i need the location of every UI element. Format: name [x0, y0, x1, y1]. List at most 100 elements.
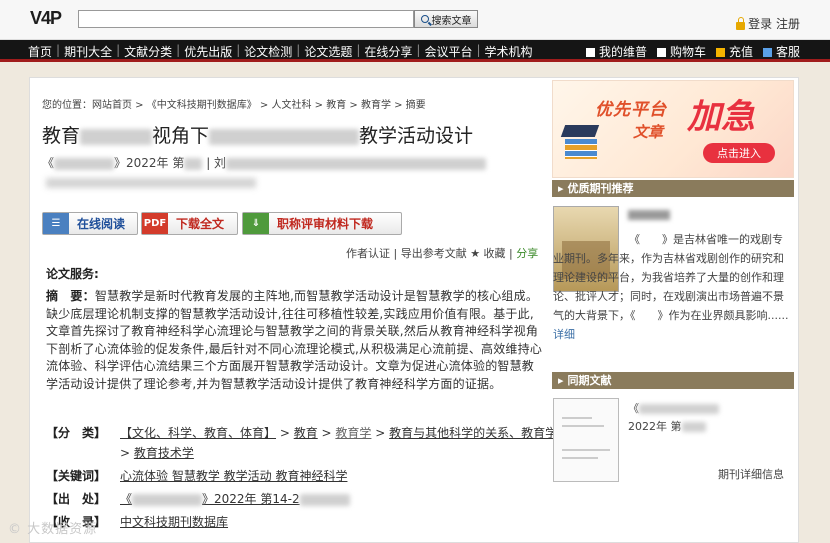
- category-link[interactable]: 教育学: [335, 426, 371, 440]
- nav-item[interactable]: 首页: [28, 43, 52, 60]
- title-part: 教育: [42, 125, 81, 147]
- nav-right-item[interactable]: 充值: [715, 43, 753, 60]
- redacted-text: [80, 128, 153, 145]
- pdf-icon: PDF: [142, 213, 168, 234]
- redacted-text: [54, 157, 115, 170]
- nav-item[interactable]: 论文选题: [304, 43, 352, 60]
- title-part: 视角下: [152, 125, 210, 147]
- search-input[interactable]: [78, 10, 414, 28]
- my-weipu-icon: [585, 48, 595, 57]
- nav-separator: |: [476, 43, 481, 57]
- priority-publishing-banner[interactable]: 优先平台 文章 加急 点击进入: [552, 80, 794, 178]
- category-label: 【分 类】: [46, 426, 107, 440]
- article-actions[interactable]: 作者认证 | 导出参考文献 ★ 收藏 | 分享: [346, 245, 538, 261]
- same-issue-title-text: 《: [628, 402, 639, 415]
- nav-right-item[interactable]: 我的维普: [585, 43, 647, 60]
- source-prefix: 《: [42, 156, 55, 170]
- nav-right: 我的维普 购物车 充值 客服: [585, 43, 800, 60]
- category-link[interactable]: 教育技术学: [134, 446, 194, 460]
- database-link[interactable]: 中文科技期刊数据库: [120, 515, 228, 529]
- nav-right-item[interactable]: 客服: [762, 43, 800, 60]
- document-download-icon: ⇓: [243, 213, 269, 234]
- nav-separator: |: [56, 43, 61, 57]
- title-material-download-button[interactable]: ⇓ 职称评审材料下载: [242, 212, 402, 235]
- nav-item[interactable]: 在线分享: [364, 43, 412, 60]
- journal-description: 《 》是吉林省唯一的戏剧专业期刊。多年来，作为吉林省戏剧创作的研究和理论建设的平…: [553, 230, 793, 344]
- same-issue-title[interactable]: 《: [628, 400, 719, 416]
- nav-item[interactable]: 会议平台: [424, 43, 472, 60]
- same-issue-year-text: 2022年 第: [628, 420, 682, 433]
- books-icon: [565, 139, 597, 159]
- same-issue-year: 2022年 第: [628, 418, 706, 434]
- nav-right-item[interactable]: 购物车: [656, 43, 706, 60]
- graduation-cap-icon: [560, 125, 600, 137]
- read-online-label: 在线阅读: [77, 217, 126, 231]
- nav-right-label: 客服: [775, 45, 800, 59]
- redacted-line: [46, 178, 256, 188]
- same-issue-cover[interactable]: [553, 398, 619, 482]
- redacted-text: [299, 493, 350, 506]
- category-row: 【分 类】 【文化、科学、教育、体育】 > 教育 > 教育学 > 教育与其他科学的…: [46, 426, 582, 440]
- nav-item[interactable]: 学术机构: [485, 43, 533, 60]
- nav-right-label: 充值: [728, 45, 753, 59]
- download-full-text-button[interactable]: PDF 下载全文: [141, 212, 238, 235]
- article-source-line: 《 》2022年 第 | 刘: [42, 154, 487, 171]
- keywords-label: 【关键词】: [46, 469, 107, 483]
- cover-line: [562, 417, 592, 419]
- nav-items: 首页 | 期刊大全 | 文献分类 | 优先出版 | 论文检测 | 论文选题 | 在线分享 | 会议平台 | 学术…: [28, 43, 533, 60]
- redacted-text: [226, 157, 487, 170]
- book-icon: ☰: [43, 213, 69, 234]
- article-title: 教育 视角下 教学活动设计: [42, 121, 473, 148]
- promo-line1: 优先平台: [595, 100, 667, 120]
- nav-separator: |: [176, 43, 181, 57]
- share-link[interactable]: 分享: [516, 247, 538, 260]
- category-link[interactable]: 【文化、科学、教育、体育】: [120, 426, 276, 440]
- redacted-text: [209, 128, 360, 145]
- login-register-link[interactable]: 登录 注册: [736, 15, 800, 32]
- abstract: 摘 要：智慧教学是新时代教育发展的主阵地,而智慧教学活动设计是智慧教学的核心组成…: [46, 288, 544, 393]
- nav-item[interactable]: 优先出版: [184, 43, 232, 60]
- recharge-icon: [715, 48, 725, 57]
- source-author: | 刘: [206, 156, 227, 170]
- download-label: 下载全文: [176, 217, 225, 231]
- promo-line3: 加急: [687, 97, 755, 137]
- nav-item[interactable]: 论文检测: [244, 43, 292, 60]
- watermark: © 大数据资源: [8, 522, 98, 537]
- login-label: 登录 注册: [748, 17, 800, 31]
- redacted-text: [132, 493, 203, 506]
- nav-item[interactable]: 期刊大全: [64, 43, 112, 60]
- nav-separator: |: [236, 43, 241, 57]
- nav-right-label: 我的维普: [598, 45, 647, 59]
- service-icon: [762, 48, 772, 57]
- actions-text[interactable]: 作者认证 | 导出参考文献 ★ 收藏 |: [346, 247, 516, 260]
- main-nav: 首页 | 期刊大全 | 文献分类 | 优先出版 | 论文检测 | 论文选题 | 在线分享 | 会议平台 | 学术…: [0, 40, 830, 62]
- promo-line2: 文章: [633, 123, 664, 141]
- category-row-cont: > 教育技术学: [120, 446, 194, 460]
- journal-description-text: 《 》是吉林省唯一的戏剧专业期刊。多年来，作为吉林省戏剧创作的研究和理论建设的平…: [553, 233, 789, 322]
- quality-journals-heading: 优质期刊推荐: [552, 180, 794, 197]
- category-link[interactable]: 教育: [294, 426, 318, 440]
- source-link[interactable]: 《》2022年 第14-2: [120, 492, 350, 506]
- keywords-links[interactable]: 心流体验 智慧教学 教学活动 教育神经科学: [120, 469, 347, 483]
- abstract-text: 智慧教学是新时代教育发展的主阵地,而智慧教学活动设计是智慧教学的核心组成。缺少底…: [46, 289, 543, 391]
- search-icon: [420, 15, 429, 23]
- cover-line: [562, 449, 610, 451]
- journal-details-link[interactable]: 期刊详细信息: [718, 466, 784, 482]
- site-logo[interactable]: V4P: [30, 8, 62, 29]
- keywords-row: 【关键词】 心流体验 智慧教学 教学活动 教育神经科学: [46, 467, 347, 484]
- top-bar: V4P 搜索文章 登录 注册: [0, 0, 830, 40]
- journal-detail-link[interactable]: 详细: [553, 328, 575, 341]
- nav-item[interactable]: 文献分类: [124, 43, 172, 60]
- promo-enter-button[interactable]: 点击进入: [703, 143, 775, 163]
- read-online-button[interactable]: ☰ 在线阅读: [42, 212, 138, 235]
- search-button[interactable]: 搜索文章: [414, 10, 478, 28]
- breadcrumb[interactable]: 您的位置：网站首页 > 《中文科技期刊数据库》 > 人文社科 > 教育 > 教育…: [42, 96, 426, 111]
- source-text: 》2022年 第14-2: [202, 492, 300, 506]
- nav-separator: |: [116, 43, 121, 57]
- title-download-label: 职称评审材料下载: [277, 217, 374, 231]
- redacted-text: [184, 157, 203, 170]
- nav-right-label: 购物车: [669, 45, 706, 59]
- journal-name[interactable]: [628, 210, 670, 220]
- cart-icon: [656, 48, 666, 57]
- source-year: 》2022年 第: [114, 156, 185, 170]
